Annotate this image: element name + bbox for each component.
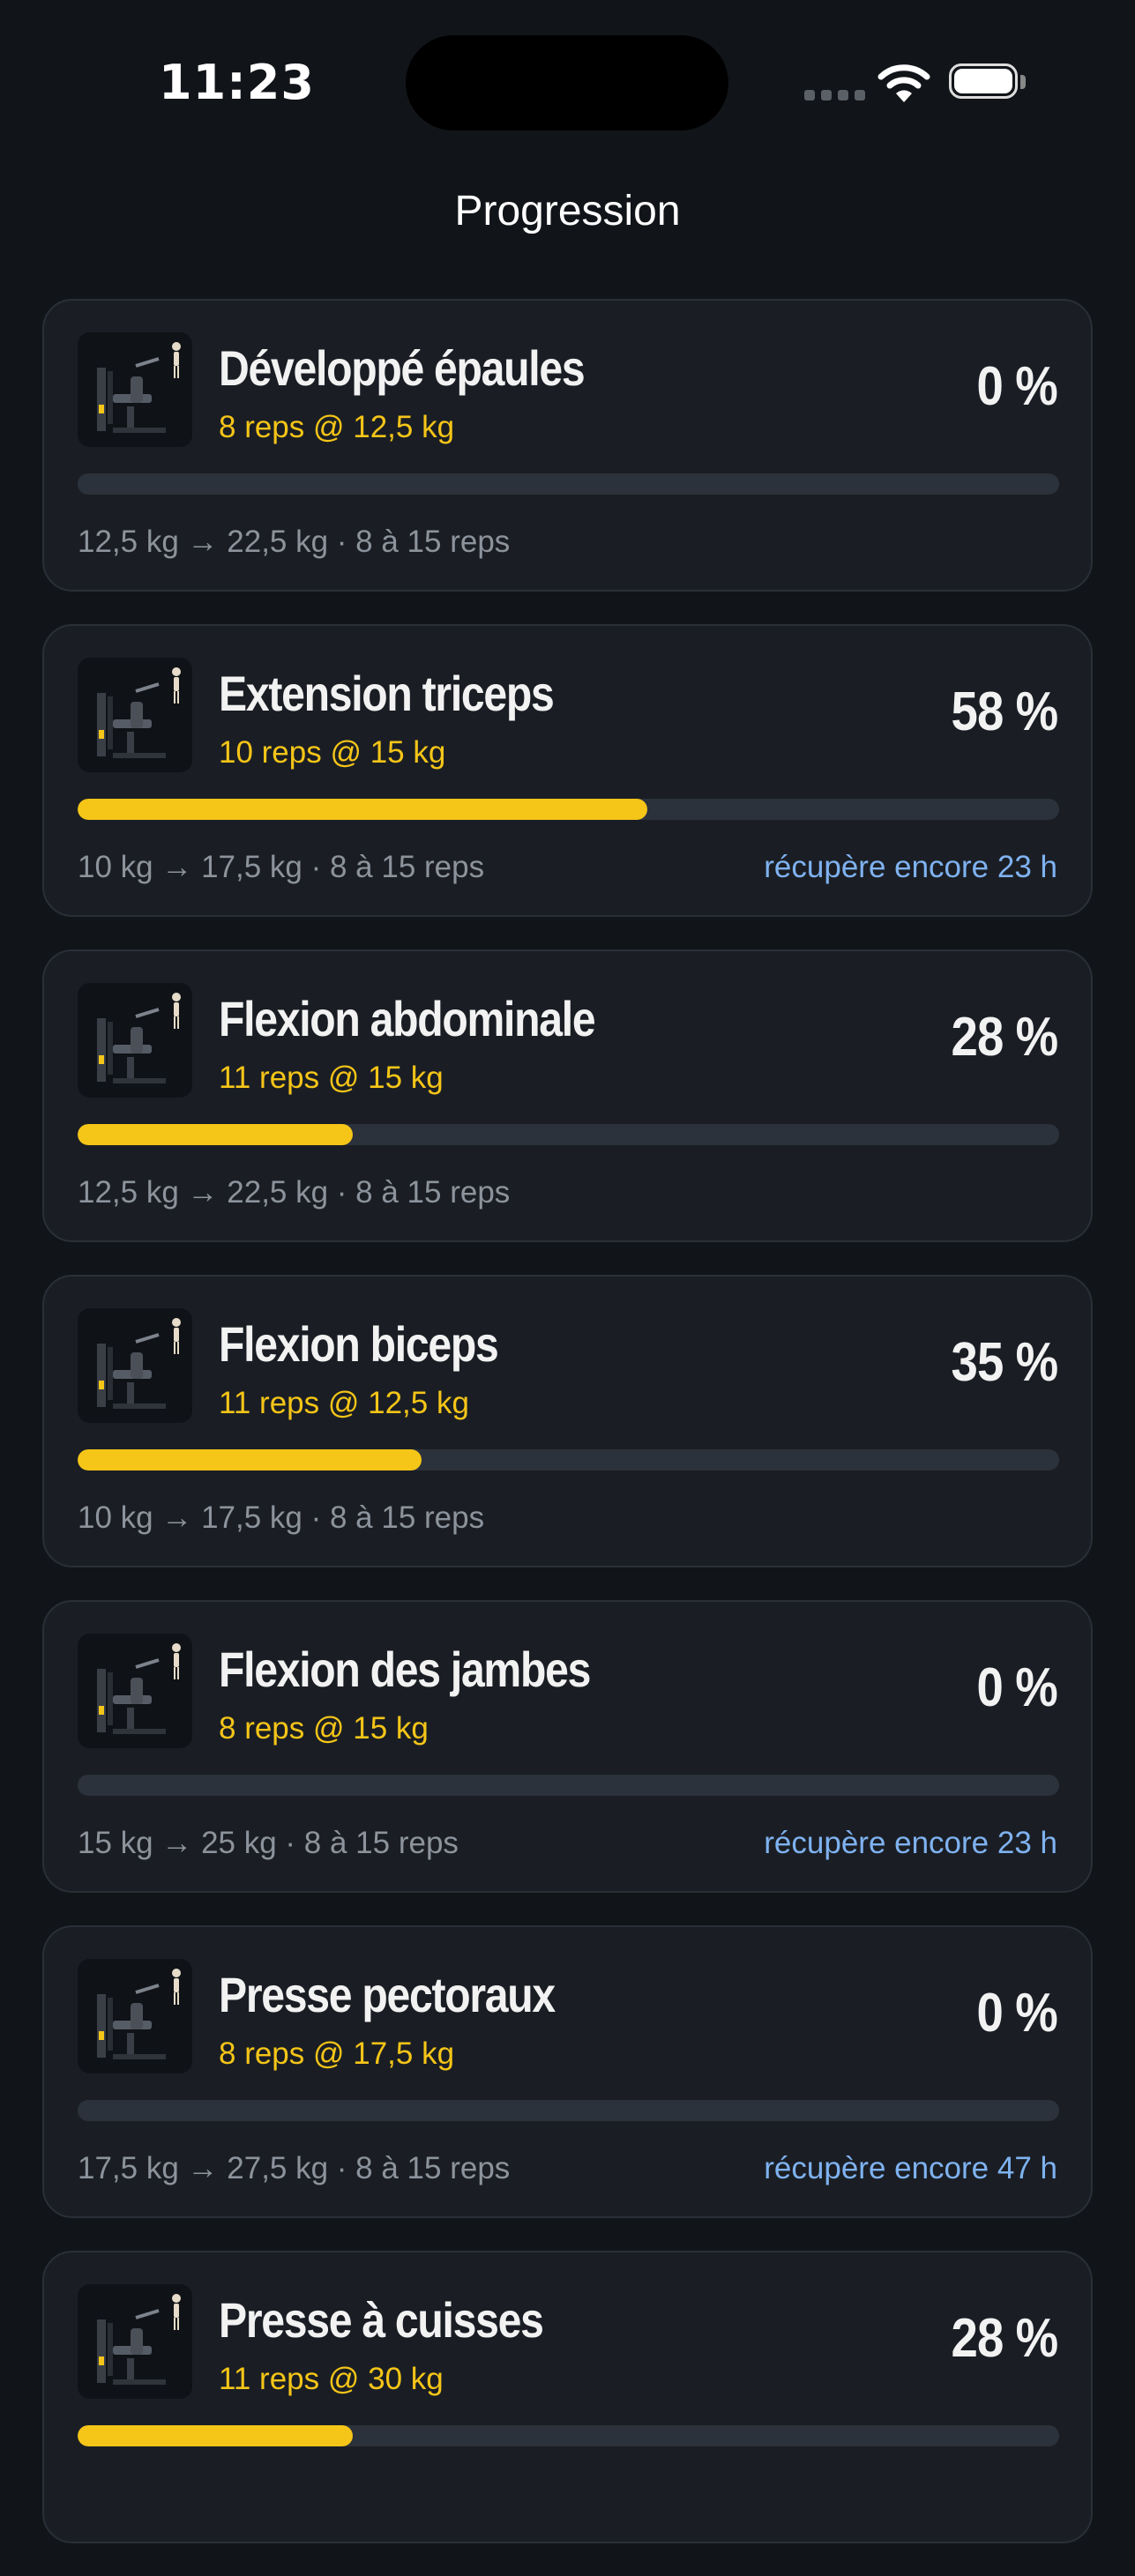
- weight-rep-range: 12,5 kg → 22,5 kg · 8 à 15 reps: [78, 525, 511, 559]
- exercise-last-set: 8 reps @ 15 kg: [219, 1711, 429, 1746]
- exercise-card-3[interactable]: Flexion biceps 11 reps @ 12,5 kg 35 % 10…: [42, 1275, 1093, 1567]
- weight-rep-range: 15 kg → 25 kg · 8 à 15 reps: [78, 1826, 459, 1860]
- machine-abdominal-crunch-icon: [78, 983, 192, 1098]
- machine-chest-press-icon: [78, 1959, 192, 2073]
- progress-percent: 0 %: [976, 1983, 1058, 2044]
- exercise-last-set: 11 reps @ 30 kg: [219, 2362, 444, 2396]
- status-bar: 11:23: [0, 0, 1135, 168]
- progress-track: [78, 2425, 1059, 2446]
- exercise-name: Flexion biceps: [219, 1316, 499, 1372]
- weight-rep-range: 10 kg → 17,5 kg · 8 à 15 reps: [78, 850, 485, 884]
- progress-percent: 28 %: [951, 2308, 1058, 2369]
- exercise-card-5[interactable]: Presse pectoraux 8 reps @ 17,5 kg 0 % 17…: [42, 1925, 1093, 2218]
- progress-fill: [78, 799, 647, 820]
- progress-percent: 58 %: [951, 681, 1058, 742]
- progress-fill: [78, 1449, 422, 1470]
- exercise-card-1[interactable]: Extension triceps 10 reps @ 15 kg 58 % 1…: [42, 624, 1093, 917]
- exercise-last-set: 8 reps @ 12,5 kg: [219, 410, 455, 444]
- status-time: 11:23: [159, 55, 315, 110]
- exercise-list: Développé épaules 8 reps @ 12,5 kg 0 % 1…: [42, 299, 1093, 2576]
- weight-rep-range: 10 kg → 17,5 kg · 8 à 15 reps: [78, 1500, 485, 1535]
- battery-full-icon: [949, 63, 1028, 102]
- machine-triceps-extension-icon: [78, 658, 192, 772]
- progress-track: [78, 799, 1059, 820]
- exercise-name: Presse pectoraux: [219, 1967, 556, 2022]
- progress-percent: 0 %: [976, 356, 1058, 417]
- machine-leg-press-icon: [78, 2284, 192, 2399]
- recovery-status: récupère encore 23 h: [764, 850, 1057, 884]
- weight-rep-range: 12,5 kg → 22,5 kg · 8 à 15 reps: [78, 1175, 511, 1210]
- machine-biceps-curl-icon: [78, 1308, 192, 1423]
- exercise-card-2[interactable]: Flexion abdominale 11 reps @ 15 kg 28 % …: [42, 949, 1093, 1242]
- exercise-name: Flexion abdominale: [219, 991, 596, 1046]
- progress-track: [78, 1449, 1059, 1470]
- progress-track: [78, 1124, 1059, 1145]
- machine-leg-curl-icon: [78, 1634, 192, 1748]
- progress-track: [78, 473, 1059, 495]
- page-title: Progression: [454, 188, 681, 235]
- progress-track: [78, 2100, 1059, 2121]
- weight-rep-range: 17,5 kg → 27,5 kg · 8 à 15 reps: [78, 2151, 511, 2185]
- exercise-last-set: 11 reps @ 12,5 kg: [219, 1386, 469, 1420]
- progress-percent: 28 %: [951, 1007, 1058, 1068]
- exercise-card-6[interactable]: Presse à cuisses 11 reps @ 30 kg 28 %: [42, 2251, 1093, 2543]
- progress-percent: 0 %: [976, 1657, 1058, 1718]
- recovery-status: récupère encore 23 h: [764, 1826, 1057, 1860]
- progress-percent: 35 %: [951, 1332, 1058, 1393]
- exercise-name: Presse à cuisses: [219, 2292, 544, 2348]
- wifi-icon: [877, 62, 930, 104]
- exercise-last-set: 10 reps @ 15 kg: [219, 735, 446, 770]
- dynamic-island: [406, 35, 728, 130]
- progress-fill: [78, 2425, 353, 2446]
- exercise-last-set: 11 reps @ 15 kg: [219, 1061, 444, 1095]
- progress-track: [78, 1775, 1059, 1796]
- exercise-card-4[interactable]: Flexion des jambes 8 reps @ 15 kg 0 % 15…: [42, 1600, 1093, 1893]
- recovery-status: récupère encore 47 h: [764, 2151, 1057, 2185]
- exercise-name: Flexion des jambes: [219, 1642, 591, 1697]
- cellular-signal-icon: [804, 90, 866, 102]
- machine-shoulder-press-icon: [78, 332, 192, 447]
- exercise-name: Développé épaules: [219, 340, 586, 396]
- exercise-card-0[interactable]: Développé épaules 8 reps @ 12,5 kg 0 % 1…: [42, 299, 1093, 592]
- exercise-last-set: 8 reps @ 17,5 kg: [219, 2036, 455, 2071]
- progress-fill: [78, 1124, 353, 1145]
- exercise-name: Extension triceps: [219, 666, 555, 721]
